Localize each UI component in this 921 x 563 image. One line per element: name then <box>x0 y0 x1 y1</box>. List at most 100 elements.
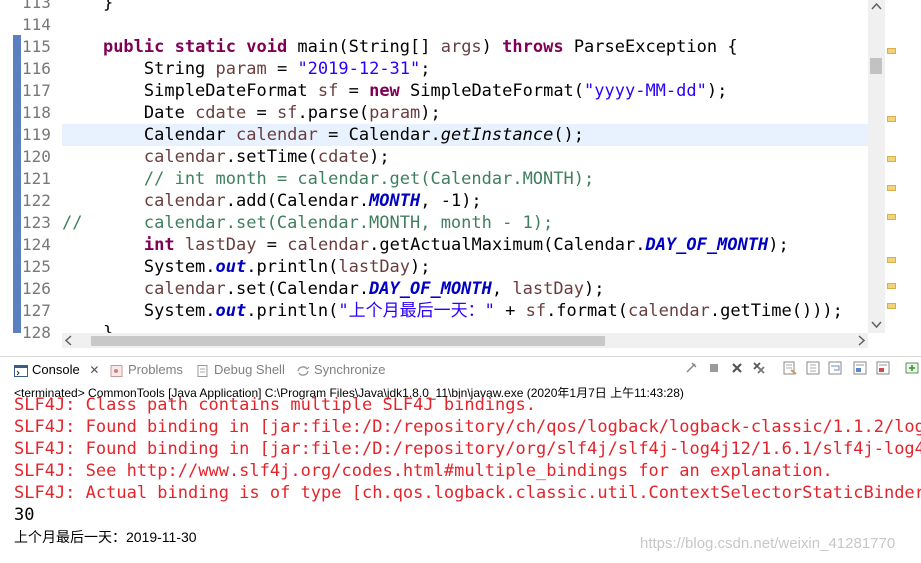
code-token: lastDay <box>184 235 257 255</box>
problems-icon <box>110 364 123 377</box>
code-token: calendar <box>627 301 710 321</box>
code-token: .add(Calendar. <box>225 191 370 211</box>
tab-problems-label: Problems <box>128 362 183 377</box>
open-console-icon[interactable] <box>905 361 919 375</box>
remove-launch-icon[interactable] <box>730 361 744 375</box>
overview-marker[interactable] <box>887 214 896 220</box>
overview-marker[interactable] <box>887 156 896 162</box>
overview-marker[interactable] <box>887 116 896 122</box>
code-token: , -1); <box>420 191 482 211</box>
code-token: (); <box>553 125 585 145</box>
code-token: getInstance <box>440 125 554 145</box>
tab-console-label: Console <box>32 362 80 377</box>
code-token: cdate <box>195 103 247 123</box>
code-line[interactable]: calendar.add(Calendar.MONTH, -1); <box>62 190 482 212</box>
overview-marker[interactable] <box>887 185 896 191</box>
tab-debug-shell-label: Debug Shell <box>214 362 285 377</box>
code-line[interactable]: System.out.println("上个月最后一天：" + sf.forma… <box>62 300 843 322</box>
line-number: 124 <box>22 235 51 254</box>
code-token: String <box>62 59 216 79</box>
remove-all-terminated-icon[interactable] <box>752 361 766 375</box>
code-token: args <box>440 37 482 57</box>
code-token: Calendar <box>62 125 236 145</box>
line-number: 113 <box>22 0 51 12</box>
code-token: .format( <box>546 301 628 321</box>
code-line[interactable]: // int month = calendar.get(Calendar.MON… <box>62 168 594 190</box>
tab-synchronize[interactable]: Synchronize <box>296 358 386 382</box>
overview-marker[interactable] <box>887 303 896 309</box>
code-token: ); <box>768 235 789 255</box>
code-token: .getTime())); <box>709 301 843 321</box>
code-token: calendar <box>62 279 226 299</box>
horizontal-scroll-thumb[interactable] <box>91 336 605 346</box>
code-token: calendar <box>62 191 226 211</box>
line-number: 118 <box>22 103 51 122</box>
scroll-right-icon[interactable] <box>854 333 868 348</box>
close-icon[interactable]: ✕ <box>89 363 99 377</box>
code-line[interactable]: } <box>62 0 113 14</box>
code-line[interactable]: Calendar calendar = Calendar.getInstance… <box>62 124 584 146</box>
code-token: lastDay <box>338 257 411 277</box>
code-line[interactable]: SimpleDateFormat sf = new SimpleDateForm… <box>62 80 727 102</box>
code-line[interactable]: Date cdate = sf.parse(param); <box>62 102 441 124</box>
code-token: SimpleDateFormat <box>62 81 318 101</box>
code-token: calendar <box>62 147 226 167</box>
vertical-scroll-thumb[interactable] <box>870 58 882 74</box>
code-token: ParseException { <box>563 37 738 57</box>
code-token: Date <box>62 103 196 123</box>
code-token: MONTH <box>369 191 421 211</box>
code-token: cdate <box>317 147 370 167</box>
code-token: .println( <box>246 257 339 277</box>
code-line[interactable]: String param = "2019-12-31"; <box>62 58 431 80</box>
code-token: } <box>62 323 114 333</box>
code-token: // int month = calendar.get(Calendar.MON… <box>62 169 595 189</box>
code-token: new <box>369 81 400 101</box>
line-number: 127 <box>22 301 51 320</box>
code-area[interactable]: } public static void main(String[] args)… <box>62 0 868 333</box>
show-error-output-icon[interactable] <box>876 361 890 375</box>
scroll-down-icon[interactable] <box>868 318 885 332</box>
synchronize-icon <box>297 365 310 376</box>
tab-console[interactable]: Console ✕ <box>14 358 99 382</box>
code-token: = Calendar. <box>317 125 441 145</box>
code-token: ); <box>584 279 605 299</box>
code-line[interactable]: // calendar.set(Calendar.MONTH, month - … <box>62 212 553 234</box>
code-token: // calendar.set(Calendar.MONTH, month - … <box>62 213 554 233</box>
code-token: calendar <box>236 125 318 145</box>
code-line[interactable]: int lastDay = calendar.getActualMaximum(… <box>62 234 789 256</box>
pin-console-icon[interactable] <box>684 361 698 375</box>
watermark-text: https://blog.csdn.net/weixin_41281770 <box>640 535 896 552</box>
scroll-left-icon[interactable] <box>62 333 76 348</box>
line-number: 122 <box>22 191 51 210</box>
clear-console-icon[interactable] <box>783 361 797 375</box>
code-line[interactable]: } <box>62 322 113 333</box>
word-wrap-icon[interactable] <box>828 361 842 375</box>
scroll-up-icon[interactable] <box>868 0 885 14</box>
code-token: ); <box>706 81 728 101</box>
code-token: out <box>215 257 247 277</box>
overview-marker[interactable] <box>887 48 896 54</box>
code-editor[interactable]: 113 114 115 116 117 118 119 120 121 122 123 124 125 1… <box>0 0 921 348</box>
scroll-lock-icon[interactable] <box>806 361 820 375</box>
tab-problems[interactable]: Problems <box>110 358 183 382</box>
code-line[interactable]: calendar.setTime(cdate); <box>62 146 390 168</box>
line-number: 117 <box>22 81 51 100</box>
code-line[interactable]: System.out.println(lastDay); <box>62 256 431 278</box>
code-token: .println( <box>246 301 339 321</box>
overview-marker[interactable] <box>887 257 896 263</box>
code-token: .set(Calendar. <box>225 279 370 299</box>
code-token: public static void <box>102 37 288 57</box>
tab-debug-shell[interactable]: Debug Shell <box>196 358 285 382</box>
code-line[interactable]: calendar.set(Calendar.DAY_OF_MONTH, last… <box>62 278 605 300</box>
console-error-line: SLF4J: Found binding in [jar:file:/D:/re… <box>14 417 921 437</box>
line-number: 115 <box>22 37 51 56</box>
code-token: SimpleDateFormat( <box>399 81 585 101</box>
line-number: 114 <box>22 15 51 34</box>
terminate-icon[interactable] <box>707 361 721 375</box>
vertical-scrollbar[interactable] <box>868 0 885 333</box>
code-line[interactable]: public static void main(String[] args) t… <box>62 36 738 58</box>
overview-marker[interactable] <box>887 283 896 289</box>
code-token: DAY_OF_MONTH <box>369 279 492 299</box>
show-console-output-icon[interactable] <box>853 361 867 375</box>
